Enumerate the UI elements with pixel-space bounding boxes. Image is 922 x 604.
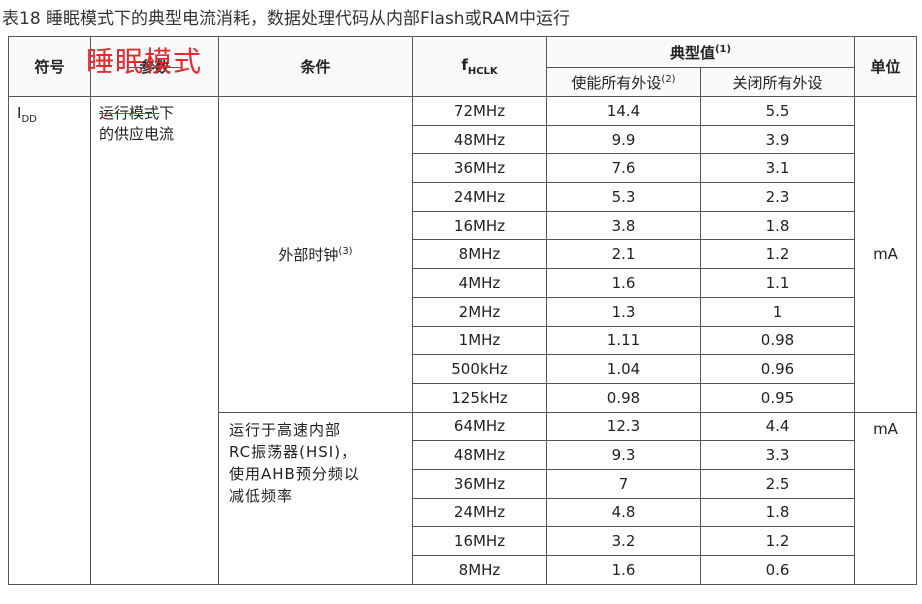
cond1-label: 外部时钟 [278, 245, 339, 264]
symbol-cell: IDD [8, 96, 91, 585]
enable-value-cell: 0.98 [546, 382, 701, 413]
disable-value-cell: 3.1 [700, 153, 855, 184]
disable-value-cell: 1 [700, 296, 855, 327]
fhclk-cell: 125kHz [412, 382, 547, 413]
header-enable-label: 使能所有外设 [571, 73, 662, 92]
cond1-sup: (3) [338, 245, 353, 257]
fhclk-cell: 36MHz [412, 468, 547, 499]
param-tail-text: 下 [159, 104, 175, 122]
fhclk-cell: 8MHz [412, 555, 547, 585]
fhclk-cell: 48MHz [412, 440, 547, 470]
enable-value-cell: 7.6 [546, 153, 701, 184]
enable-value-cell: 12.3 [546, 411, 701, 442]
disable-value-cell: 1.8 [700, 497, 855, 528]
disable-value-cell: 2.5 [700, 468, 855, 499]
fhclk-cell: 48MHz [412, 124, 547, 155]
disable-value-cell: 5.5 [700, 96, 855, 126]
header-unit: 单位 [854, 36, 917, 97]
disable-value-cell: 1.8 [700, 210, 855, 241]
header-symbol: 符号 [8, 36, 91, 97]
condition-hsi: 运行于高速内部 RC振荡器(HSI)， 使用AHB预分频以 减低频率 [218, 411, 413, 585]
table-caption: 表18 睡眠模式下的典型电流消耗，数据处理代码从内部Flash或RAM中运行 [2, 9, 571, 29]
unit-cell: mA [854, 96, 917, 413]
fhclk-cell: 36MHz [412, 153, 547, 184]
disable-value-cell: 1.2 [700, 526, 855, 556]
disable-value-cell: 1.1 [700, 268, 855, 298]
current-consumption-table: 符号 参数 条件 fHCLK 典型值(1) 单位 使能所有外设(2) 关闭所有外… [8, 36, 917, 585]
enable-value-cell: 1.11 [546, 325, 701, 356]
fhclk-cell: 8MHz [412, 239, 547, 270]
unit-cell: mA [854, 411, 917, 585]
disable-value-cell: 0.6 [700, 555, 855, 585]
disable-value-cell: 1.2 [700, 239, 855, 270]
disable-value-cell: 0.98 [700, 325, 855, 356]
enable-value-cell: 9.9 [546, 124, 701, 155]
header-disable-all: 关闭所有外设 [700, 67, 855, 97]
symbol-sub: DD [21, 114, 37, 125]
header-enable-sup: (2) [661, 73, 676, 85]
header-typical-sup: (1) [714, 43, 732, 55]
disable-value-cell: 0.95 [700, 382, 855, 413]
fhclk-cell: 24MHz [412, 182, 547, 212]
fhclk-cell: 72MHz [412, 96, 547, 126]
fhclk-cell: 4MHz [412, 268, 547, 298]
header-typical-label: 典型值 [669, 43, 715, 62]
condition-external-clock: 外部时钟(3) [218, 96, 413, 413]
fhclk-cell: 16MHz [412, 526, 547, 556]
fhclk-cell: 500kHz [412, 354, 547, 384]
disable-value-cell: 3.3 [700, 440, 855, 470]
disable-value-cell: 4.4 [700, 411, 855, 442]
cond2-line: RC振荡器(HSI)， [229, 442, 358, 461]
param-cell: 运行模式下的供应电流 [90, 96, 219, 585]
header-enable-all: 使能所有外设(2) [546, 67, 701, 97]
table-row: IDD 运行模式下 的供应电流 外部时钟(3) 72MHz 14.4 5.5 mA [8, 96, 917, 585]
enable-value-cell: 1.04 [546, 354, 701, 384]
enable-value-cell: 2.1 [546, 239, 701, 270]
param-line2: 的供应电流 [99, 125, 175, 143]
enable-value-cell: 9.3 [546, 440, 701, 470]
handwritten-overlay: 睡眠模式 [86, 45, 203, 78]
disable-value-cell: 3.9 [700, 124, 855, 155]
fhclk-cell: 24MHz [412, 497, 547, 528]
enable-value-cell: 3.8 [546, 210, 701, 241]
enable-value-cell: 4.8 [546, 497, 701, 528]
cond2-line: 使用AHB预分频以 [229, 464, 360, 483]
disable-value-cell: 2.3 [700, 182, 855, 212]
fhclk-cell: 2MHz [412, 296, 547, 327]
param-struck-text: 运行模式 [99, 104, 160, 122]
disable-value-cell: 0.96 [700, 354, 855, 384]
header-fhclk-sub: HCLK [467, 66, 498, 77]
header-fhclk: fHCLK [412, 36, 547, 97]
enable-value-cell: 5.3 [546, 182, 701, 212]
enable-value-cell: 7 [546, 468, 701, 499]
fhclk-cell: 1MHz [412, 325, 547, 356]
enable-value-cell: 1.3 [546, 296, 701, 327]
enable-value-cell: 1.6 [546, 268, 701, 298]
cond2-line: 减低频率 [229, 486, 294, 505]
enable-value-cell: 3.2 [546, 526, 701, 556]
fhclk-cell: 16MHz [412, 210, 547, 241]
header-typical: 典型值(1) [546, 36, 855, 68]
fhclk-cell: 64MHz [412, 411, 547, 442]
enable-value-cell: 14.4 [546, 96, 701, 126]
enable-value-cell: 1.6 [546, 555, 701, 585]
header-condition: 条件 [218, 36, 413, 97]
cond2-line: 运行于高速内部 [229, 420, 342, 439]
